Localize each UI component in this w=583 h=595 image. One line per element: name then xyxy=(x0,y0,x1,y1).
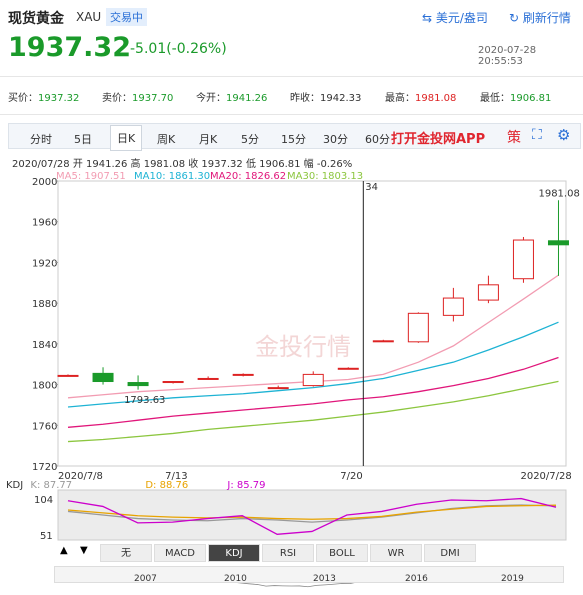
candle-body xyxy=(232,373,254,376)
y-tick-label: 1880 xyxy=(32,299,57,310)
ma-line-ma30 xyxy=(67,380,559,443)
kdj-y-bottom: 51 xyxy=(40,531,53,542)
candle-body xyxy=(512,239,534,280)
candle-body xyxy=(162,381,184,384)
candle-body xyxy=(442,297,464,316)
kdj-k: K: 87.77 xyxy=(30,480,73,491)
candle-body xyxy=(337,367,359,370)
ma-line-ma20 xyxy=(67,356,559,428)
candle-body xyxy=(197,377,219,380)
candle-body xyxy=(547,240,569,246)
candle-body xyxy=(127,382,149,387)
kdj-label: KDJ xyxy=(6,480,24,491)
timeline-year: 2016 xyxy=(405,574,428,584)
y-tick-label: 1800 xyxy=(32,381,57,392)
cursor-label: 34 xyxy=(365,182,378,193)
scroll-left-arrow[interactable]: ▲ xyxy=(60,545,68,556)
y-tick-label: 1760 xyxy=(32,421,57,432)
candle-body xyxy=(92,372,114,383)
x-tick-label: 7/20 xyxy=(340,471,362,482)
kdj-legend: KDJ K: 87.77 D: 88.76 J: 85.79 xyxy=(6,480,266,491)
y-tick-label: 2000 xyxy=(32,177,57,188)
candle-body xyxy=(477,284,499,301)
watermark-logo: 金投行情 xyxy=(255,333,351,361)
candle-body xyxy=(267,387,289,390)
y-tick-label: 1920 xyxy=(32,258,57,269)
indicator-tab-3[interactable]: RSI xyxy=(262,544,314,562)
indicator-tab-1[interactable]: MACD xyxy=(154,544,206,562)
low-annotation: 1793.63 xyxy=(124,395,165,406)
y-tick-label: 1720 xyxy=(32,462,57,473)
timeline-year: 2010 xyxy=(224,574,247,584)
kdj-y-top: 104 xyxy=(34,495,53,506)
indicator-tab-4[interactable]: BOLL xyxy=(316,544,368,562)
timeline-navigator[interactable] xyxy=(54,566,564,583)
candle-body xyxy=(407,312,429,343)
chart-frame xyxy=(57,180,567,467)
kdj-d: D: 88.76 xyxy=(145,480,189,491)
y-tick-label: 1840 xyxy=(32,340,57,351)
scroll-down-arrow[interactable]: ▼ xyxy=(80,545,88,556)
kdj-j: J: 85.79 xyxy=(227,480,266,491)
timeline-year: 2007 xyxy=(134,574,157,584)
indicator-tab-0[interactable]: 无 xyxy=(100,544,152,562)
indicator-tab-6[interactable]: DMI xyxy=(424,544,476,562)
candle-body xyxy=(372,340,394,343)
indicator-tab-2[interactable]: KDJ xyxy=(208,544,260,562)
candlestick-chart[interactable]: 金投行情 2000 1960 1920 1880 1840 1800 1760 1720 2020… xyxy=(0,0,583,595)
candle-body xyxy=(302,373,324,387)
indicator-tab-5[interactable]: WR xyxy=(370,544,422,562)
y-tick-label: 1960 xyxy=(32,218,57,229)
timeline-year: 2013 xyxy=(313,574,336,584)
x-tick-label: 2020/7/28 xyxy=(520,471,571,482)
candle-body xyxy=(57,374,79,377)
timeline-year: 2019 xyxy=(501,574,524,584)
high-annotation: 1981.08 xyxy=(538,188,579,199)
